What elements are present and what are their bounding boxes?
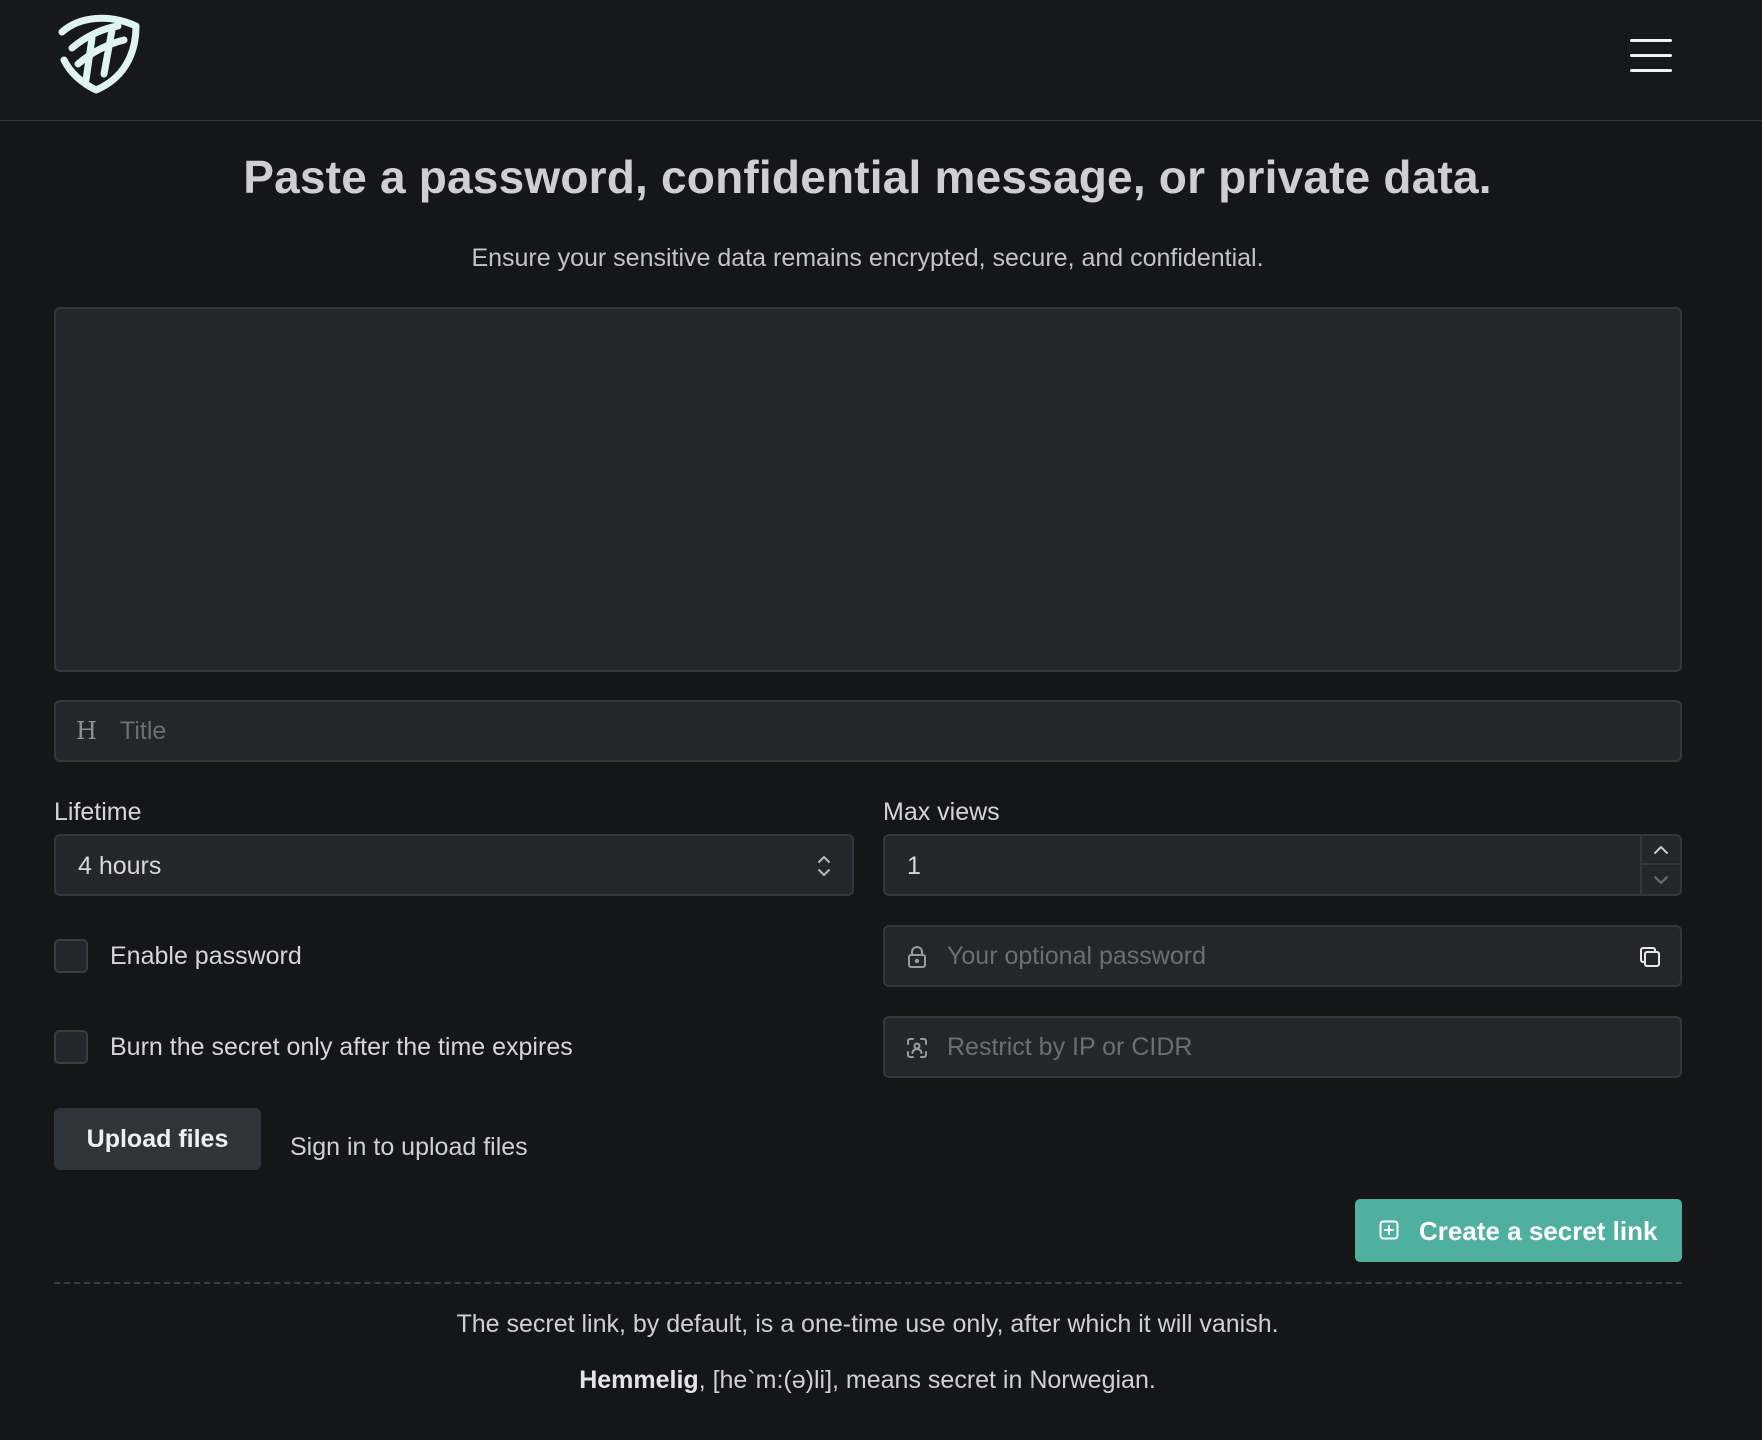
page-title: Paste a password, confidential message, …: [243, 151, 1492, 203]
enable-password-checkbox[interactable]: [54, 939, 88, 973]
enable-password-label[interactable]: Enable password: [110, 942, 302, 971]
dashed-divider: [54, 1282, 1682, 1284]
max-views-label: Max views: [883, 798, 1000, 826]
lifetime-label: Lifetime: [54, 798, 142, 826]
heading-icon: H: [76, 717, 97, 745]
ip-restriction-field[interactable]: [883, 1016, 1682, 1078]
chevron-up-icon: [1654, 846, 1668, 854]
lock-icon: [908, 946, 926, 968]
secret-textarea[interactable]: [54, 307, 1682, 672]
max-views-input[interactable]: 1: [883, 834, 1682, 896]
create-secret-link-button[interactable]: Create a secret link: [1355, 1199, 1682, 1262]
footer-brand-meaning: Hemmelig, [he`m:(ə)li], means secret in …: [0, 1366, 1735, 1395]
page-subtitle: Ensure your sensitive data remains encry…: [471, 244, 1264, 272]
password-field[interactable]: [883, 925, 1682, 987]
shield-logo-icon[interactable]: [52, 8, 144, 94]
title-input[interactable]: [120, 702, 1660, 760]
password-input[interactable]: [947, 927, 1617, 985]
hamburger-menu-icon[interactable]: [1622, 36, 1680, 76]
burn-after-expiry-label[interactable]: Burn the secret only after the time expi…: [110, 1033, 573, 1062]
create-secret-link-label: Create a secret link: [1419, 1216, 1658, 1246]
signin-to-upload-text: Sign in to upload files: [290, 1133, 528, 1161]
top-navbar: [0, 0, 1762, 121]
increment-button[interactable]: [1642, 836, 1680, 865]
burn-after-expiry-checkbox[interactable]: [54, 1030, 88, 1064]
ip-scan-icon: [907, 1038, 927, 1058]
max-views-stepper: [1640, 836, 1680, 894]
copy-icon[interactable]: [1638, 945, 1662, 969]
decrement-button[interactable]: [1642, 865, 1680, 894]
title-field[interactable]: H: [54, 700, 1682, 762]
upload-files-button[interactable]: Upload files: [54, 1108, 261, 1170]
chevron-updown-icon: [818, 856, 830, 876]
lifetime-select[interactable]: 4 hours: [54, 834, 854, 896]
brand-name: Hemmelig: [579, 1366, 699, 1394]
plus-square-icon: [1379, 1220, 1399, 1240]
chevron-down-icon: [1654, 876, 1668, 884]
max-views-value: 1: [907, 852, 921, 880]
footer-one-time-note: The secret link, by default, is a one-ti…: [456, 1310, 1279, 1338]
lifetime-selected-value: 4 hours: [78, 852, 162, 880]
brand-meaning: , [he`m:(ə)li], means secret in Norwegia…: [698, 1366, 1156, 1394]
ip-input[interactable]: [947, 1018, 1647, 1076]
